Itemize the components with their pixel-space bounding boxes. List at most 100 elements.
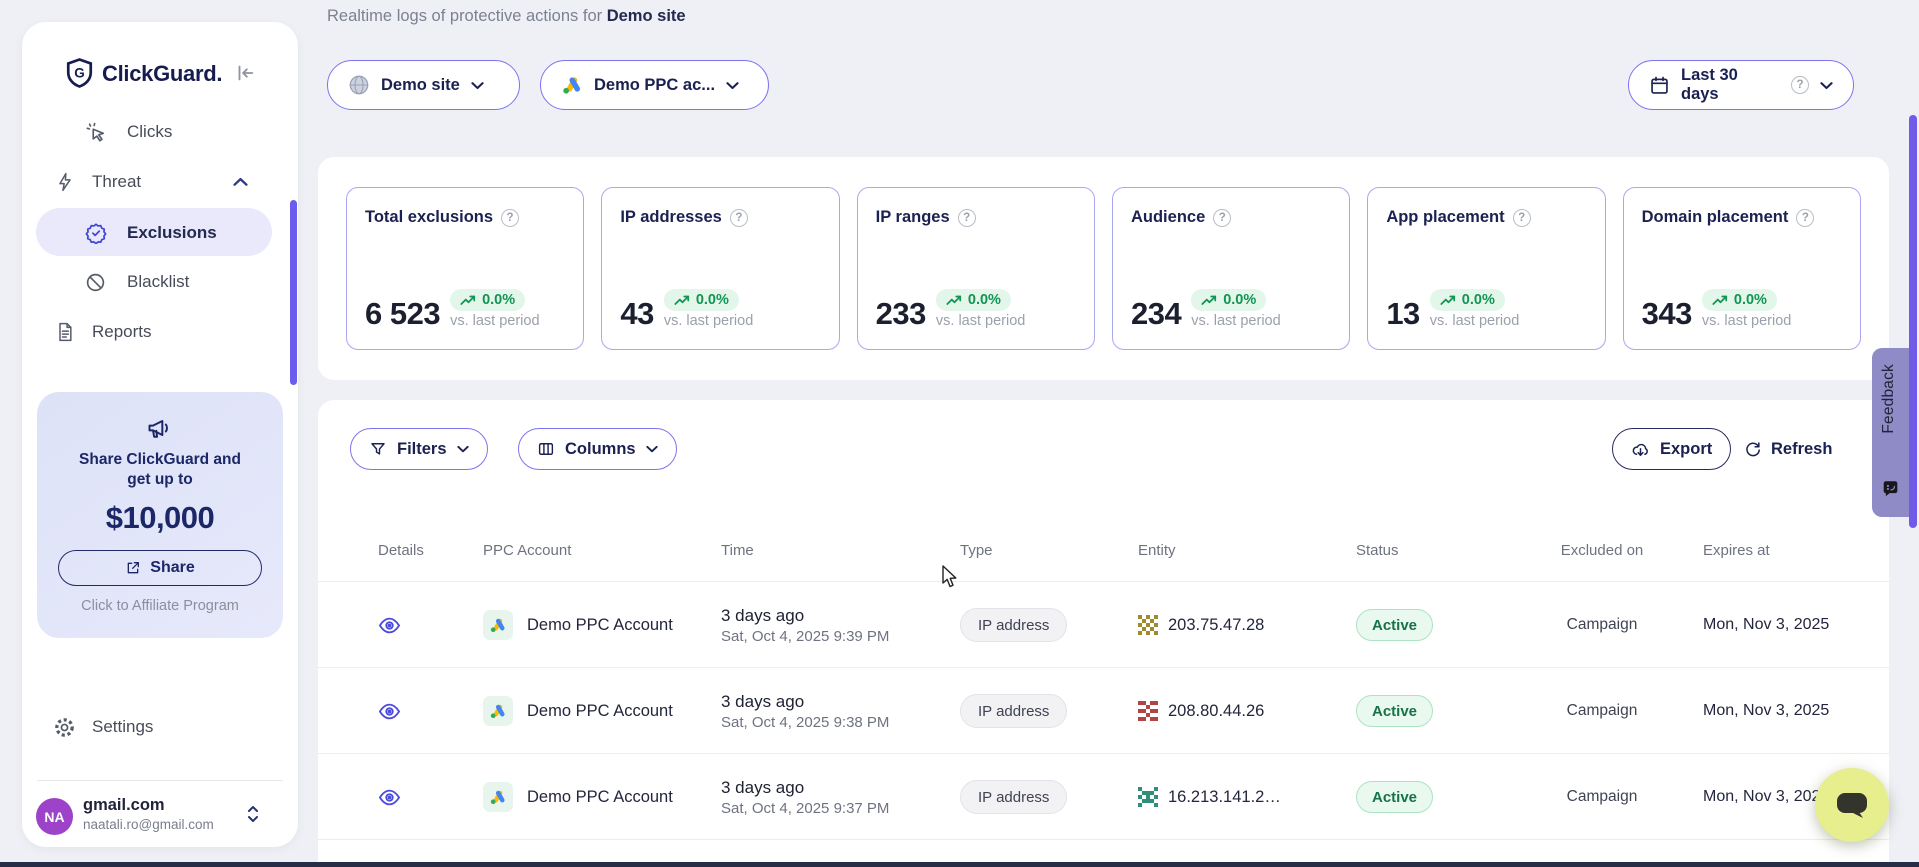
help-icon[interactable]: ? [501, 209, 519, 227]
sidebar-item-label: Clicks [127, 122, 172, 142]
sidebar: G ClickGuard. Clicks Threat Exclusions B… [22, 22, 298, 847]
column-header-status[interactable]: Status [1356, 518, 1399, 582]
svg-text:G: G [74, 66, 85, 81]
export-button[interactable]: Export [1612, 428, 1731, 470]
date-range-dropdown[interactable]: Last 30 days ? [1628, 60, 1854, 110]
sidebar-item-reports[interactable]: Reports [22, 307, 298, 357]
stat-label: IP ranges [876, 208, 950, 227]
time-cell: 3 days ago Sat, Oct 4, 2025 9:39 PM [721, 604, 889, 647]
status-badge: Active [1356, 695, 1433, 727]
sidebar-scrollbar[interactable] [290, 200, 297, 385]
time-cell: 3 days ago Sat, Oct 4, 2025 9:38 PM [721, 690, 889, 733]
trend-badge: 0.0% [450, 289, 525, 311]
chevron-up-down-icon [246, 804, 260, 824]
column-header-entity[interactable]: Entity [1138, 518, 1176, 582]
chevron-down-icon [471, 81, 484, 90]
time-cell: 3 days ago Sat, Oct 4, 2025 9:37 PM [721, 776, 889, 819]
document-icon [55, 321, 75, 343]
ppc-account-selector-dropdown[interactable]: Demo PPC ac... [540, 60, 769, 110]
feedback-label: Feedback [1880, 364, 1898, 434]
stats-panel: Total exclusions? 6 523 0.0% vs. last pe… [318, 157, 1889, 380]
column-header-details[interactable]: Details [378, 518, 424, 582]
type-badge: IP address [960, 608, 1067, 642]
google-ads-icon [483, 782, 513, 812]
refresh-button[interactable]: Refresh [1744, 428, 1832, 470]
columns-dropdown[interactable]: Columns [518, 428, 677, 470]
stat-label: Total exclusions [365, 208, 493, 227]
trend-badge: 0.0% [1430, 289, 1505, 311]
trend-badge: 0.0% [664, 289, 739, 311]
excluded-on-value: Campaign [1556, 754, 1648, 840]
stat-label: Domain placement [1642, 208, 1789, 227]
stat-value: 13 [1386, 299, 1419, 329]
help-icon[interactable]: ? [1513, 209, 1531, 227]
calendar-icon [1649, 75, 1670, 96]
column-header-type[interactable]: Type [960, 518, 993, 582]
sidebar-item-clicks[interactable]: Clicks [22, 107, 298, 157]
help-icon[interactable]: ? [1791, 76, 1809, 94]
column-header-time[interactable]: Time [721, 518, 754, 582]
table-row: Demo PPC Account 3 days ago Sat, Oct 4, … [318, 754, 1889, 840]
date-range-value: Last 30 days [1681, 66, 1780, 104]
promo-title: Share ClickGuard and get up to [37, 450, 283, 490]
stat-card-domain-placement: Domain placement? 343 0.0% vs. last peri… [1623, 187, 1861, 350]
stat-label: IP addresses [620, 208, 722, 227]
megaphone-icon [146, 414, 174, 442]
view-details-eye-icon[interactable] [378, 614, 401, 637]
affiliate-promo-card[interactable]: Share ClickGuard and get up to $10,000 S… [37, 392, 283, 638]
ppc-account-name: Demo PPC Account [527, 702, 673, 721]
filter-icon [369, 440, 387, 458]
chevron-down-icon [457, 445, 469, 453]
trend-badge: 0.0% [1191, 289, 1266, 311]
stat-caption: vs. last period [1702, 313, 1791, 329]
page-scrollbar[interactable] [1909, 115, 1917, 528]
bottom-edge-strip [0, 862, 1919, 867]
stat-caption: vs. last period [664, 313, 753, 329]
stat-label: App placement [1386, 208, 1504, 227]
sidebar-item-label: Exclusions [127, 223, 217, 243]
stat-card-ip-addresses: IP addresses? 43 0.0% vs. last period [601, 187, 839, 350]
sidebar-item-blacklist[interactable]: Blacklist [22, 257, 298, 307]
user-email: naatali.ro@gmail.com [83, 817, 214, 832]
page-subtitle: Realtime logs of protective actions for … [327, 7, 686, 26]
user-account-switcher[interactable]: NA gmail.com naatali.ro@gmail.com [22, 792, 298, 842]
help-icon[interactable]: ? [958, 209, 976, 227]
chat-launcher-button[interactable] [1815, 768, 1889, 842]
view-details-eye-icon[interactable] [378, 786, 401, 809]
column-header-excluded-on[interactable]: Excluded on [1556, 518, 1648, 582]
google-ads-icon [561, 74, 583, 96]
share-button[interactable]: Share [58, 550, 262, 586]
refresh-icon [1744, 440, 1762, 458]
divider [37, 780, 283, 781]
site-selector-dropdown[interactable]: Demo site [327, 60, 520, 110]
view-details-eye-icon[interactable] [378, 700, 401, 723]
collapse-sidebar-icon[interactable] [234, 62, 256, 84]
stat-card-total-exclusions: Total exclusions? 6 523 0.0% vs. last pe… [346, 187, 584, 350]
status-badge: Active [1356, 781, 1433, 813]
promo-amount: $10,000 [37, 500, 283, 536]
help-icon[interactable]: ? [1213, 209, 1231, 227]
help-icon[interactable]: ? [730, 209, 748, 227]
logo-row: G ClickGuard. [22, 58, 298, 90]
sidebar-item-threat[interactable]: Threat [22, 157, 298, 207]
sidebar-item-exclusions[interactable]: Exclusions [22, 208, 298, 258]
expires-at-value: Mon, Nov 3, 2025 [1703, 668, 1829, 754]
stat-card-audience: Audience? 234 0.0% vs. last period [1112, 187, 1350, 350]
entity-value: 208.80.44.26 [1168, 702, 1264, 721]
feedback-tab[interactable]: Feedback [1872, 348, 1909, 517]
filters-dropdown[interactable]: Filters [350, 428, 488, 470]
column-header-ppc-account[interactable]: PPC Account [483, 518, 571, 582]
ppc-account-name: Demo PPC Account [527, 788, 673, 807]
google-ads-icon [483, 610, 513, 640]
chevron-up-icon[interactable] [233, 177, 248, 187]
avatar: NA [36, 798, 73, 835]
external-link-icon [125, 560, 141, 576]
column-header-expires-at[interactable]: Expires at [1703, 518, 1770, 582]
sidebar-item-settings[interactable]: Settings [22, 702, 298, 752]
promo-caption: Click to Affiliate Program [37, 598, 283, 614]
stat-value: 234 [1131, 299, 1181, 329]
table-row: Demo PPC Account 3 days ago Sat, Oct 4, … [318, 582, 1889, 668]
feedback-smiley-icon [1882, 480, 1899, 497]
help-icon[interactable]: ? [1796, 209, 1814, 227]
chevron-down-icon [646, 445, 658, 453]
